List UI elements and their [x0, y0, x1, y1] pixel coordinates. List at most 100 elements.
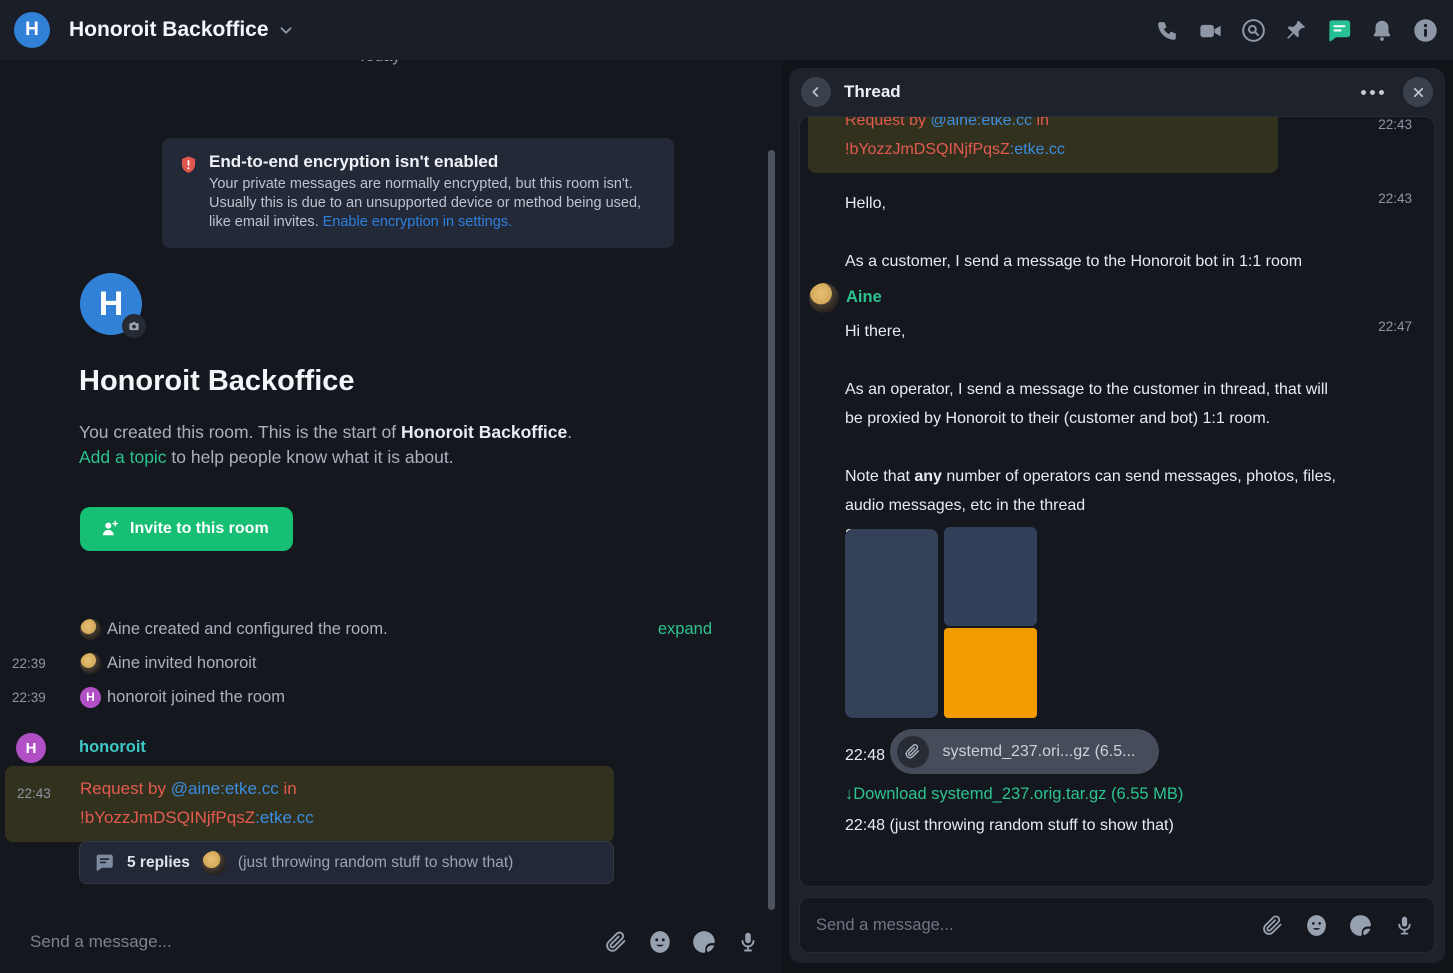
thread-panel-title: Thread — [844, 82, 1342, 102]
thread-root-message: 22:43 Request by @aine:etke.cc in !bYozz… — [800, 116, 1434, 173]
avatar-honoroit[interactable]: H — [16, 733, 46, 763]
event-text: honoroit joined the room — [107, 688, 285, 707]
message-line: !bYozzJmDSQINjfPqsZ:etke.cc — [80, 803, 598, 832]
thread-composer — [799, 897, 1435, 953]
room-title[interactable]: Honoroit Backoffice — [69, 18, 269, 42]
intro-room-name: Honoroit Backoffice — [401, 422, 567, 442]
avatar-honoroit: H — [80, 687, 101, 708]
sticker-icon[interactable] — [1346, 911, 1374, 939]
image-thumbnail[interactable] — [944, 628, 1037, 718]
state-events: Aine created and configured the room. ex… — [0, 612, 760, 714]
room-timeline: Today End-to-end encryption isn't enable… — [0, 60, 782, 911]
thread-latest-preview: (just throwing random stuff to show that… — [238, 854, 513, 872]
encryption-warning-body: Your private messages are normally encry… — [209, 175, 656, 232]
attachment-icon — [897, 736, 929, 768]
message-input[interactable] — [30, 932, 602, 952]
message-time: 22:43 — [1378, 191, 1412, 206]
avatar-aine — [80, 619, 101, 640]
close-icon[interactable] — [1403, 77, 1433, 107]
thread-message-input[interactable] — [816, 916, 1258, 935]
invite-button-label: Invite to this room — [130, 520, 269, 538]
event-text: Aine created and configured the room. — [107, 620, 388, 639]
avatar-aine[interactable] — [809, 283, 839, 313]
attachment-icon[interactable] — [602, 928, 630, 956]
message-line: Request by @aine:etke.cc in — [845, 116, 1262, 135]
file-pill[interactable]: systemd_237.ori...gz (6.5... — [890, 729, 1160, 774]
invite-button[interactable]: Invite to this room — [80, 507, 293, 551]
app-window: H Honoroit Backoffice — [0, 0, 1453, 973]
image-thumbnail[interactable] — [944, 527, 1037, 626]
room-id-link[interactable]: :etke.cc — [1010, 141, 1065, 158]
intro-text-period: . — [567, 422, 572, 442]
microphone-icon[interactable] — [734, 928, 762, 956]
message-text: Hi there, — [800, 317, 1434, 346]
message-sender-name[interactable]: Aine — [846, 288, 882, 307]
message-text: Request by — [80, 779, 171, 798]
composer-actions — [602, 928, 762, 956]
thread-composer-actions — [1258, 911, 1418, 939]
intro-text-tail: to help people know what it is about. — [167, 447, 454, 467]
room-header-actions — [1153, 16, 1439, 44]
thread-message: 22:48 (just throwing random stuff to sho… — [800, 817, 1434, 835]
search-icon[interactable] — [1239, 16, 1267, 44]
expand-link[interactable]: expand — [658, 620, 712, 639]
chevron-down-icon[interactable] — [277, 21, 295, 39]
message-composer — [0, 911, 782, 973]
camera-icon[interactable] — [122, 314, 146, 338]
timeline-scrollbar[interactable] — [768, 150, 775, 910]
thread-message: 22:43 Hello, As a customer, I send a mes… — [800, 189, 1434, 276]
message-time: 22:43 — [17, 779, 51, 808]
emoji-icon[interactable] — [1302, 911, 1330, 939]
message-text: Note that any number of operators can se… — [800, 462, 1434, 520]
event-text: Aine invited honoroit — [107, 654, 257, 673]
room-id-text: !bYozzJmDSQINjfPqsZ — [845, 141, 1010, 158]
shield-alert-icon — [178, 152, 199, 232]
enable-encryption-link[interactable]: Enable encryption in settings. — [323, 214, 512, 230]
sticker-icon[interactable] — [690, 928, 718, 956]
message-time: 22:43 — [1378, 117, 1412, 132]
download-link[interactable]: ↓Download systemd_237.orig.tar.gz (6.55 … — [845, 785, 1183, 803]
room-avatar-large[interactable]: H — [80, 273, 142, 335]
thread-replies-count: 5 replies — [127, 854, 190, 872]
event-time: 22:39 — [12, 656, 54, 671]
threads-icon[interactable] — [1325, 16, 1353, 44]
microphone-icon[interactable] — [1390, 911, 1418, 939]
room-avatar-small[interactable]: H — [14, 12, 50, 48]
message-text: Hello, — [800, 189, 1434, 218]
message-line: !bYozzJmDSQINjfPqsZ:etke.cc — [845, 135, 1262, 164]
thread-summary-card[interactable]: 5 replies (just throwing random stuff to… — [79, 841, 614, 884]
back-icon[interactable] — [801, 77, 831, 107]
attachment-icon[interactable] — [1258, 911, 1286, 939]
image-thumbnail[interactable] — [845, 529, 938, 718]
highlighted-message: 22:43 Request by @aine:etke.cc in !bYozz… — [5, 766, 614, 842]
room-id-link[interactable]: :etke.cc — [255, 808, 314, 827]
message-text: in — [1032, 116, 1049, 129]
user-mention-link[interactable]: @aine:etke.cc — [930, 116, 1032, 129]
encryption-warning-title: End-to-end encryption isn't enabled — [209, 152, 656, 172]
thread-sender-header: Aine — [800, 283, 1434, 317]
message-line: Request by @aine:etke.cc in — [80, 774, 598, 803]
more-options-icon[interactable] — [1355, 84, 1390, 101]
event-room-created: Aine created and configured the room. ex… — [0, 612, 760, 646]
user-mention-link[interactable]: @aine:etke.cc — [171, 779, 279, 798]
phone-icon[interactable] — [1153, 16, 1181, 44]
room-timeline-column: Today End-to-end encryption isn't enable… — [0, 60, 782, 973]
thread-panel: Thread 22:43 Request by @aine:etke.cc in… — [789, 68, 1445, 963]
room-intro-description: You created this room. This is the start… — [79, 420, 684, 470]
event-invited: 22:39 Aine invited honoroit — [0, 646, 760, 680]
pin-icon[interactable] — [1282, 16, 1310, 44]
add-topic-link[interactable]: Add a topic — [79, 447, 167, 467]
room-info-icon[interactable] — [1411, 16, 1439, 44]
emoji-icon[interactable] — [646, 928, 674, 956]
event-joined: 22:39 H honoroit joined the room — [0, 680, 760, 714]
notifications-icon[interactable] — [1368, 16, 1396, 44]
video-call-icon[interactable] — [1196, 16, 1224, 44]
message-text: As a customer, I send a message to the H… — [800, 247, 1434, 276]
file-name: systemd_237.ori...gz (6.5... — [943, 743, 1136, 761]
image-attachment: 22:47 — [800, 527, 1434, 719]
message-text: in — [279, 779, 297, 798]
message-sender-name[interactable]: honoroit — [79, 738, 146, 757]
message-text: As an operator, I send a message to the … — [800, 375, 1434, 433]
thread-chat-icon — [94, 852, 115, 873]
message-time: 22:48 — [845, 747, 885, 764]
